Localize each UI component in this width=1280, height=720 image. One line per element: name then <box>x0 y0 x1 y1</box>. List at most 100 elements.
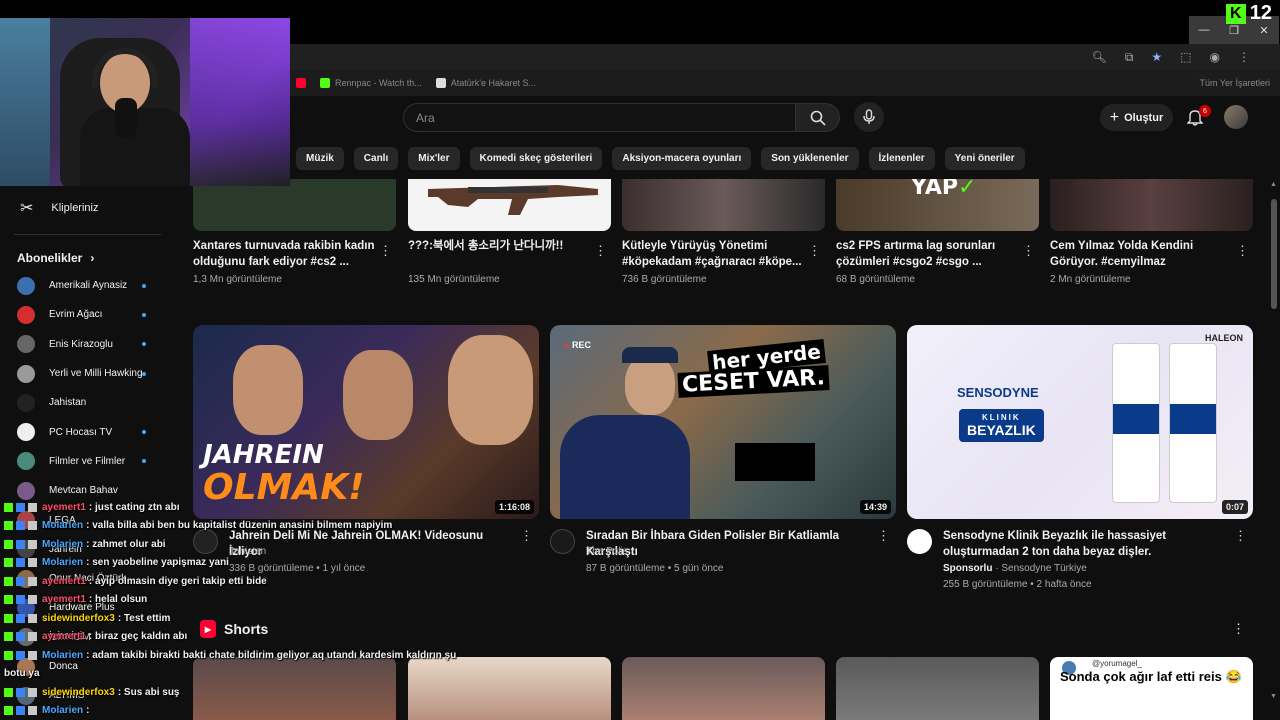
channel-name[interactable]: The Polis <box>586 546 628 557</box>
short-thumbnail[interactable]: @yorumagel_ Sonda çok ağır laf etti reis… <box>1050 657 1253 720</box>
more-options-icon[interactable]: ⋮ <box>1234 528 1247 544</box>
short-thumbnail[interactable] <box>622 657 825 720</box>
chat-username[interactable]: ayemert1 <box>42 594 86 605</box>
chat-username[interactable]: Molarien <box>42 520 83 531</box>
chip-live[interactable]: Canlı <box>353 147 399 170</box>
short-title[interactable]: Kütleyle Yürüyüş Yönetimi #köpekadam #ça… <box>622 238 804 270</box>
more-options-icon[interactable]: ⋮ <box>520 528 533 544</box>
channel-avatar[interactable] <box>907 529 932 554</box>
cast-icon[interactable]: ⧉ <box>1125 50 1134 65</box>
star-icon[interactable]: ★ <box>1151 50 1162 65</box>
search-input[interactable]: Ara <box>403 103 796 132</box>
chip-new-suggestions[interactable]: Yeni öneriler <box>944 147 1025 170</box>
sidebar-subscription-item[interactable]: Amerikali Aynasiz <box>0 271 175 300</box>
short-thumbnail[interactable] <box>622 179 825 231</box>
all-bookmarks[interactable]: Tüm Yer İşaretleri <box>1199 78 1270 88</box>
scroll-down-icon[interactable]: ▼ <box>1270 693 1277 700</box>
more-options-icon[interactable]: ⋮ <box>877 528 890 544</box>
short-title[interactable]: cs2 FPS artırma lag sorunları çözümleri … <box>836 238 1018 270</box>
bookmark-item[interactable]: Rennpac - Watch th... <box>320 78 422 88</box>
chat-text: : sen yaobeline yapişmaz yani <box>86 557 229 569</box>
more-options-icon[interactable]: ⋮ <box>808 243 821 259</box>
chip-comedy[interactable]: Komedi skeç gösterileri <box>469 147 603 170</box>
video-card[interactable]: ● REC her yerde CESET VAR. 14:39 Sıradan… <box>550 325 896 574</box>
chip-mixes[interactable]: Mix'ler <box>408 147 460 170</box>
short-thumbnail[interactable] <box>408 179 611 231</box>
channel-name[interactable]: Sensodyne Türkiye <box>1001 563 1086 574</box>
sidebar-subscription-item[interactable]: Evrim Ağacı <box>0 300 175 329</box>
short-thumbnail[interactable]: YAP✓ <box>836 179 1039 231</box>
chat-username[interactable]: Molarien <box>42 557 83 568</box>
scrollbar[interactable]: ▲ ▼ <box>1268 179 1280 720</box>
video-duration: 1:16:08 <box>494 500 534 514</box>
zoom-icon[interactable]: 🔍︎ <box>1092 50 1107 65</box>
chat-username[interactable]: sidewinderfox3 <box>42 613 115 624</box>
more-options-icon[interactable]: ⋮ <box>1022 243 1035 259</box>
chip-music[interactable]: Müzik <box>296 147 344 170</box>
sidebar-subscription-item[interactable]: Jahistan <box>0 388 175 417</box>
short-thumbnail[interactable] <box>836 657 1039 720</box>
account-avatar[interactable] <box>1224 105 1248 129</box>
more-options-icon[interactable]: ⋮ <box>1232 621 1245 637</box>
chat-username[interactable]: ayemert1 <box>42 631 86 642</box>
more-options-icon[interactable]: ⋮ <box>1236 243 1249 259</box>
thumbnail-text: CESET VAR. <box>677 365 830 398</box>
chat-username[interactable]: ayemert1 <box>42 576 86 587</box>
chip-action[interactable]: Aksiyon-macera oyunları <box>612 147 752 170</box>
chat-username[interactable]: Molarien <box>42 650 83 661</box>
bookmark-item[interactable]: Atatürk'e Hakaret S... <box>435 78 536 88</box>
chat-username[interactable]: Molarien <box>42 705 83 716</box>
short-title[interactable]: Cem Yılmaz Yolda Kendini Görüyor. #cemyi… <box>1050 238 1232 270</box>
bookmark-youtube[interactable] <box>296 78 306 88</box>
chat-text: : adam takibi birakti bakti chate bildir… <box>86 649 457 661</box>
more-options-icon[interactable]: ⋮ <box>379 243 392 259</box>
sidebar-subscription-item[interactable]: PC Hocası TV <box>0 417 175 446</box>
video-title[interactable]: Sensodyne Klinik Beyazlık ile hassasiyet… <box>943 528 1233 560</box>
sidebar-subscription-item[interactable]: Enis Kirazoglu <box>0 330 175 359</box>
sidebar-item-clips[interactable]: ✂ Klipleriniz <box>0 186 175 218</box>
channel-avatar-icon <box>17 393 35 412</box>
chat-username[interactable]: ayemert1 <box>42 502 86 513</box>
channel-avatar[interactable] <box>550 529 575 554</box>
ad-thumbnail[interactable]: HALEON SENSODYNE KLINIK BEYAZLIK 0:07 <box>907 325 1253 519</box>
chat-badge-icon <box>28 502 37 512</box>
video-title[interactable]: Sıradan Bir İhbara Giden Polisler Bir Ka… <box>586 528 876 560</box>
short-thumbnail[interactable] <box>1050 179 1253 231</box>
short-card[interactable]: Xantares turnuvada rakibin kadın olduğun… <box>193 179 396 285</box>
scrollbar-thumb[interactable] <box>1271 199 1277 309</box>
chip-recent[interactable]: Son yüklenenler <box>761 147 859 170</box>
short-thumbnail[interactable] <box>193 179 396 231</box>
minimize-button[interactable]: — <box>1189 16 1219 44</box>
chip-watched[interactable]: İzlenenler <box>868 147 935 170</box>
search-button[interactable] <box>795 103 840 132</box>
menu-icon[interactable]: ⋮ <box>1238 50 1250 65</box>
viewer-count: 12 <box>1249 2 1272 24</box>
video-thumbnail[interactable]: JAHREIN OLMAK! 1:16:08 <box>193 325 539 519</box>
sidebar-subscription-item[interactable]: Yerli ve Milli Hawking <box>0 359 175 388</box>
subscriptions-header[interactable]: Abonelikler › <box>0 243 175 271</box>
short-card[interactable]: Cem Yılmaz Yolda Kendini Görüyor. #cemyi… <box>1050 179 1253 285</box>
brand-logo: HALEON <box>1205 333 1243 343</box>
short-title[interactable]: ???:북에서 총소리가 난다니까!! <box>408 238 590 254</box>
short-title[interactable]: Xantares turnuvada rakibin kadın olduğun… <box>193 238 375 270</box>
chat-username[interactable]: Molarien <box>42 539 83 550</box>
create-button[interactable]: + Oluştur <box>1100 104 1173 131</box>
video-thumbnail[interactable]: ● REC her yerde CESET VAR. 14:39 <box>550 325 896 519</box>
video-card[interactable]: JAHREIN OLMAK! 1:16:08 Jahrein Deli Mi N… <box>193 325 539 574</box>
short-card[interactable]: YAP✓ cs2 FPS artırma lag sorunları çözüm… <box>836 179 1039 285</box>
profile-icon[interactable]: ◉ <box>1210 50 1220 65</box>
sidebar-item-label: Mevtcan Bahav <box>49 485 118 497</box>
short-views: 135 Mn görüntüleme <box>408 274 500 285</box>
short-card[interactable]: ???:북에서 총소리가 난다니까!! 135 Mn görüntüleme ⋮ <box>408 179 611 285</box>
more-options-icon[interactable]: ⋮ <box>594 243 607 259</box>
scroll-up-icon[interactable]: ▲ <box>1270 181 1277 188</box>
short-card[interactable]: Kütleyle Yürüyüş Yönetimi #köpekadam #ça… <box>622 179 825 285</box>
chat-badge-icon <box>4 632 13 642</box>
voice-search-button[interactable] <box>854 102 884 132</box>
new-content-dot <box>142 312 146 317</box>
chat-badge-icon <box>4 539 13 549</box>
sidebar-subscription-item[interactable]: Filmler ve Filmler <box>0 447 175 476</box>
ad-card[interactable]: HALEON SENSODYNE KLINIK BEYAZLIK 0:07 Se… <box>907 325 1253 590</box>
chat-username[interactable]: sidewinderfox3 <box>42 687 115 698</box>
extensions-icon[interactable]: ⬚ <box>1180 50 1191 65</box>
